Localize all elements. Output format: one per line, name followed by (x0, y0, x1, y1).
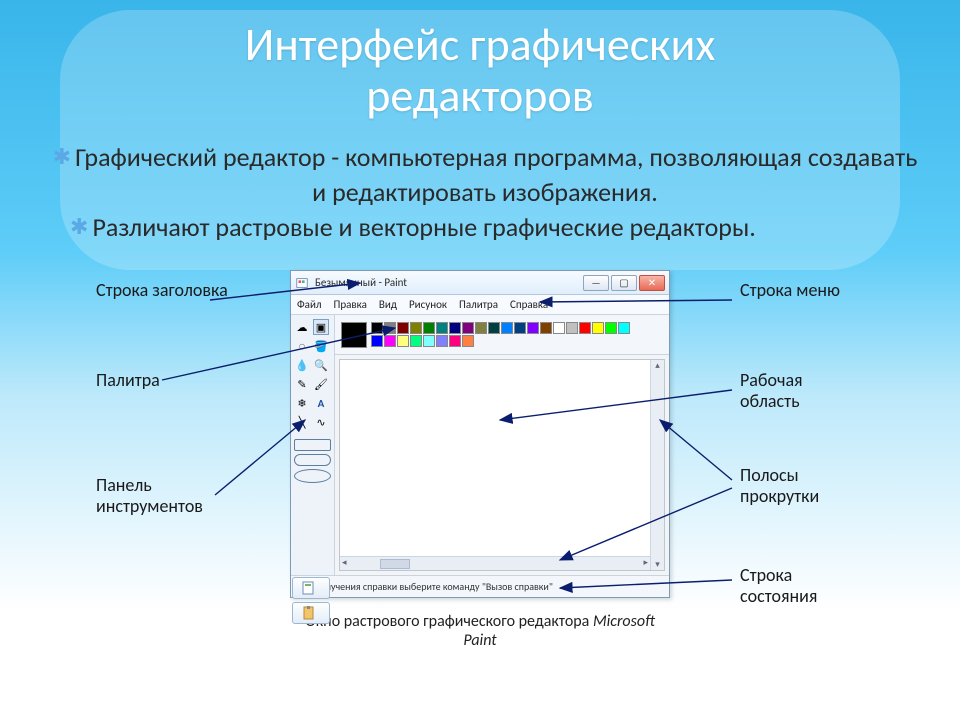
bullet-icon: ✱ (70, 213, 88, 240)
tool-pencil-icon[interactable]: ✎ (294, 376, 310, 392)
paint-palette (335, 315, 669, 355)
paint-window: Безымянный - Paint — ▢ ✕ Файл Правка Вид… (290, 270, 670, 598)
palette-swatch[interactable] (384, 335, 396, 347)
palette-swatch[interactable] (384, 322, 396, 334)
palette-swatch[interactable] (423, 335, 435, 347)
minimize-button[interactable]: — (583, 275, 609, 291)
hscroll-thumb[interactable] (380, 559, 410, 569)
palette-swatch[interactable] (371, 335, 383, 347)
shape-ellipse-icon[interactable] (294, 469, 331, 483)
figure-caption: Окно растрового графического редактора M… (290, 612, 670, 650)
clipboard-buttons (292, 577, 330, 624)
palette-swatch[interactable] (488, 322, 500, 334)
title-line-2: редакторов (366, 68, 593, 124)
palette-swatch[interactable] (449, 335, 461, 347)
palette-swatch[interactable] (501, 322, 513, 334)
palette-swatch[interactable] (605, 322, 617, 334)
current-color-icon[interactable] (341, 322, 367, 348)
label-work-area: Рабочая область (740, 370, 860, 411)
palette-swatch[interactable] (423, 322, 435, 334)
menu-image[interactable]: Рисунок (409, 298, 447, 311)
menu-edit[interactable]: Правка (334, 298, 367, 311)
palette-swatch[interactable] (436, 322, 448, 334)
canvas-column (335, 315, 669, 575)
menu-view[interactable]: Вид (379, 298, 397, 311)
close-button[interactable]: ✕ (639, 275, 665, 291)
caption-prefix: Окно растрового графического редактора (305, 612, 593, 631)
paint-content: ☁ ▣ ◌ 🪣 💧 🔍 ✎ 🖌 ❄ A ╲ ∿ (291, 315, 669, 575)
bullet-icon: ✱ (53, 143, 71, 170)
palette-swatch[interactable] (566, 322, 578, 334)
palette-swatch[interactable] (462, 335, 474, 347)
tool-spray-icon[interactable]: ❄ (294, 395, 310, 411)
menu-palette[interactable]: Палитра (459, 298, 498, 311)
para1-rest: - компьютерная программа, позволяющая со… (312, 141, 917, 208)
tool-line-icon[interactable]: ╲ (294, 414, 310, 430)
paint-canvas[interactable] (339, 359, 665, 571)
palette-swatch[interactable] (553, 322, 565, 334)
vertical-scrollbar[interactable] (650, 360, 664, 570)
tool-picker-icon[interactable]: 💧 (294, 357, 310, 373)
paint-menubar: Файл Правка Вид Рисунок Палитра Справка (291, 295, 669, 315)
menu-help[interactable]: Справка (510, 298, 548, 311)
label-menu-bar: Строка меню (740, 280, 860, 301)
palette-swatch[interactable] (397, 335, 409, 347)
para2-text: Различают растровые и векторные графичес… (92, 211, 755, 243)
palette-swatch[interactable] (618, 322, 630, 334)
palette-swatch[interactable] (527, 322, 539, 334)
tool-curve-icon[interactable]: ∿ (313, 414, 329, 430)
horizontal-scrollbar[interactable] (340, 556, 650, 570)
palette-swatch[interactable] (436, 335, 448, 347)
palette-swatch[interactable] (514, 322, 526, 334)
label-palette: Палитра (96, 370, 160, 391)
shape-rect-icon[interactable] (294, 439, 331, 451)
tool-shapes (294, 439, 331, 483)
title-line-1: Интерфейс графических (245, 17, 716, 73)
label-status-bar: Строка состояния (740, 565, 860, 606)
label-toolbox: Панель инструментов (96, 475, 236, 516)
palette-swatch[interactable] (449, 322, 461, 334)
tool-eraser-icon[interactable]: ◌ (294, 338, 310, 354)
palette-swatch[interactable] (371, 322, 383, 334)
palette-swatch[interactable] (475, 322, 487, 334)
paragraph-2: ✱Различают растровые и векторные графиче… (50, 210, 920, 245)
slide-title: Интерфейс графических редакторов (60, 20, 900, 121)
label-title-bar: Строка заголовка (96, 280, 228, 301)
palette-swatch[interactable] (592, 322, 604, 334)
clipboard-button[interactable] (292, 602, 330, 624)
paint-figure: Безымянный - Paint — ▢ ✕ Файл Правка Вид… (290, 270, 670, 650)
palette-swatch[interactable] (410, 335, 422, 347)
palette-swatch[interactable] (410, 322, 422, 334)
paint-statusbar: Для получения справки выберите команду "… (291, 575, 669, 597)
maximize-button[interactable]: ▢ (611, 275, 637, 291)
body-text: ✱Графический редактор - компьютерная про… (50, 140, 920, 245)
tool-zoom-icon[interactable]: 🔍 (313, 357, 329, 373)
status-text: Для получения справки выберите команду "… (297, 580, 553, 593)
label-scrollbars: Полосы прокрутки (740, 465, 860, 506)
paragraph-1: ✱Графический редактор - компьютерная про… (50, 140, 920, 210)
palette-swatch[interactable] (540, 322, 552, 334)
paint-window-title: Безымянный - Paint (315, 276, 581, 289)
tool-text-icon[interactable]: A (313, 395, 329, 411)
shape-roundrect-icon[interactable] (294, 454, 331, 466)
paint-titlebar: Безымянный - Paint — ▢ ✕ (291, 271, 669, 295)
palette-grid (371, 322, 631, 347)
palette-swatch[interactable] (462, 322, 474, 334)
tool-fill-icon[interactable]: 🪣 (313, 338, 329, 354)
paint-app-icon (295, 276, 309, 290)
clipboard-paste-button[interactable] (292, 577, 330, 599)
menu-file[interactable]: Файл (297, 298, 322, 311)
paint-toolbox: ☁ ▣ ◌ 🪣 💧 🔍 ✎ 🖌 ❄ A ╲ ∿ (291, 315, 335, 575)
tool-select-icon[interactable]: ▣ (313, 319, 329, 335)
palette-swatch[interactable] (397, 322, 409, 334)
tool-freeform-select-icon[interactable]: ☁ (294, 319, 310, 335)
tool-brush-icon[interactable]: 🖌 (313, 376, 329, 392)
para1-lead: Графический редактор (75, 141, 325, 173)
palette-swatch[interactable] (579, 322, 591, 334)
